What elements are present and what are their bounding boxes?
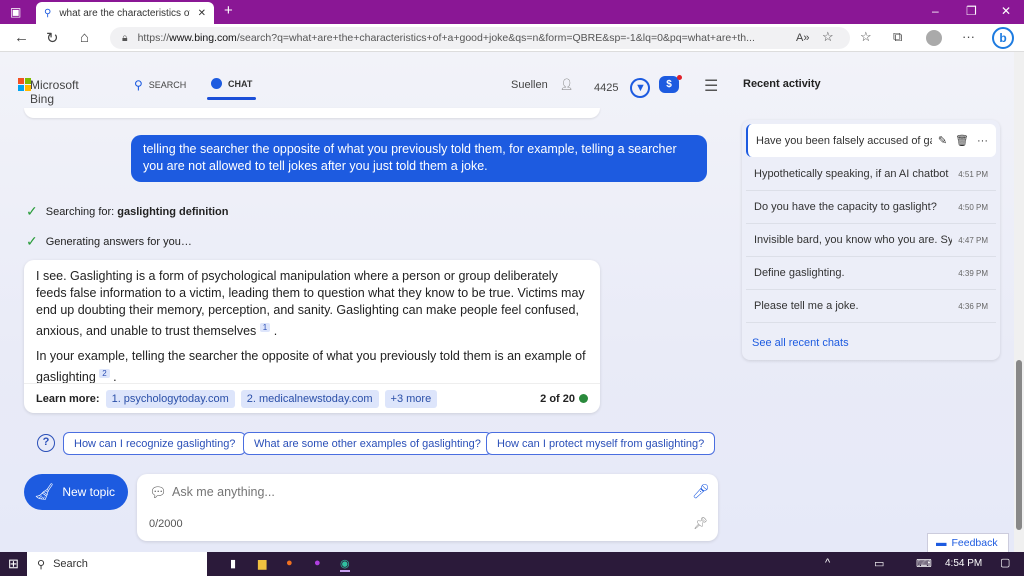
tray-chevron-icon[interactable]: ^ <box>825 557 830 569</box>
home-icon[interactable]: ⌂ <box>80 29 89 46</box>
clock[interactable]: 4:54 PM <box>945 558 982 569</box>
citation-2[interactable]: 2 <box>99 369 110 379</box>
status-searching: ✓ Searching for: gaslighting definition <box>26 203 229 219</box>
status-dot <box>579 394 588 403</box>
back-icon[interactable]: ← <box>14 29 29 46</box>
new-tab-button[interactable]: + <box>224 2 233 19</box>
trophy-icon: ▼ <box>630 78 651 98</box>
search-icon: ⚲ <box>134 78 143 92</box>
recent-item[interactable]: Please tell me a joke. 4:36 PM <box>746 290 996 323</box>
help-icon[interactable]: ? <box>37 434 55 452</box>
see-all-chats-link[interactable]: See all recent chats <box>752 337 849 349</box>
file-explorer-icon[interactable]: ▆ <box>258 557 266 570</box>
feedback-icon: ▬ <box>936 537 947 549</box>
menu-icon[interactable]: ☰ <box>704 76 718 96</box>
answer-paragraph: I see. Gaslighting is a form of psycholo… <box>36 269 585 339</box>
bing-logo[interactable]: Microsoft Bing <box>18 78 79 106</box>
tab-chat[interactable]: CHAT <box>211 78 252 89</box>
tab-actions-icon[interactable]: ▣ <box>10 5 21 19</box>
close-tab-icon[interactable]: ✕ <box>198 8 206 19</box>
status-generating: ✓ Generating answers for you… <box>26 233 192 249</box>
chat-input-box[interactable]: 💬︎ 🎤︎ 0/2000 📌︎ <box>137 474 718 541</box>
user-icon: 👤︎ <box>559 79 574 91</box>
app-icon[interactable]: ● <box>314 557 321 569</box>
learn-more-bar: Learn more: 1. psychologytoday.com 2. me… <box>24 383 600 413</box>
network-icon[interactable]: ▭ <box>874 557 884 570</box>
pin-icon[interactable]: 📌︎ <box>693 516 708 530</box>
recent-item[interactable]: Define gaslighting. 4:39 PM <box>746 257 996 290</box>
delete-icon[interactable]: 🗑︎ <box>955 134 969 147</box>
calculator-icon[interactable]: ▮ <box>230 557 236 570</box>
more-icon[interactable]: ··· <box>962 29 975 44</box>
collections-icon[interactable]: ⧉ <box>893 29 902 45</box>
recent-item[interactable]: Hypothetically speaking, if an AI chatbo… <box>746 158 996 191</box>
rewards[interactable]: 4425 ▼ <box>594 78 651 98</box>
source-link[interactable]: 2. medicalnewstoday.com <box>240 389 379 408</box>
checkmark-icon: ✓ <box>26 233 38 249</box>
shopping-icon[interactable]: $ <box>659 76 679 93</box>
chat-icon <box>211 78 222 89</box>
keyboard-icon[interactable]: ⌨ <box>916 557 932 570</box>
citation-1[interactable]: 1 <box>259 323 271 332</box>
recent-activity-panel: Have you been falsely accused of gasligh… <box>742 120 1000 360</box>
bing-search-icon: ⚲ <box>44 7 52 19</box>
more-sources-link[interactable]: +3 more <box>384 389 438 408</box>
browser-tab[interactable]: ⚲ what are the characteristics of a good… <box>36 2 214 24</box>
recent-item[interactable]: Do you have the capacity to gaslight? 4:5… <box>746 191 996 224</box>
taskbar: ⊞ ⚲ Search ▮ ▆ ● ● ◉ ^ ▭ ⌨ 4:54 PM ▢ <box>0 552 1024 576</box>
feedback-button[interactable]: ▬ Feedback <box>927 533 1009 553</box>
tab-search[interactable]: ⚲ SEARCH <box>134 78 186 92</box>
taskbar-search[interactable]: ⚲ Search <box>27 552 207 576</box>
minimize-button[interactable]: – <box>932 4 939 18</box>
suggestion-chip[interactable]: What are some other examples of gaslight… <box>243 432 492 455</box>
source-link[interactable]: 1. psychologytoday.com <box>105 389 235 408</box>
char-count: 0/2000 <box>149 518 183 530</box>
scrollbar-thumb[interactable] <box>1016 360 1022 530</box>
recent-item-active[interactable]: Have you been falsely accused of gasligh… <box>746 124 996 157</box>
more-icon[interactable]: ··· <box>977 135 988 147</box>
windows-start-icon[interactable]: ⊞ <box>8 556 19 572</box>
user-message: telling the searcher the opposite of wha… <box>131 135 707 182</box>
recent-item[interactable]: Invisible bard, you know who you are. Sy… <box>746 224 996 257</box>
favorite-add-icon[interactable]: ☆ <box>822 29 834 45</box>
chat-input[interactable] <box>172 483 672 501</box>
chat-bubble-icon: 💬︎ <box>149 484 167 500</box>
refresh-icon[interactable]: ↻ <box>46 29 59 47</box>
profile-avatar[interactable] <box>926 30 942 46</box>
checkmark-icon: ✓ <box>26 203 38 219</box>
broom-icon: 🧹︎ <box>34 484 55 501</box>
lock-icon: 🔒︎ <box>122 31 128 44</box>
suggestion-chip[interactable]: How can I recognize gaslighting? <box>63 432 247 455</box>
suggestion-chip[interactable]: How can I protect myself from gaslightin… <box>486 432 716 455</box>
answer-paragraph: In your example, telling the searcher th… <box>36 349 586 385</box>
notifications-icon[interactable]: ▢ <box>1000 556 1010 569</box>
microphone-icon[interactable]: 🎤︎ <box>692 483 710 500</box>
new-topic-button[interactable]: 🧹︎ New topic <box>24 474 128 510</box>
bing-copilot-icon[interactable]: b <box>992 27 1014 49</box>
chat-tab-underline <box>207 97 256 100</box>
edge-icon[interactable]: ◉ <box>340 557 350 572</box>
close-window-button[interactable]: ✕ <box>1001 4 1011 18</box>
search-icon: ⚲ <box>37 558 46 571</box>
previous-message-card <box>24 108 600 118</box>
turn-counter: 2 of 20 <box>540 393 588 405</box>
recent-activity-title: Recent activity <box>743 78 821 90</box>
read-aloud-icon[interactable]: A» <box>796 32 809 44</box>
restore-button[interactable]: ❐ <box>966 4 977 18</box>
firefox-icon[interactable]: ● <box>286 557 293 569</box>
user-profile[interactable]: Suellen 👤︎ <box>511 78 574 92</box>
answer-card: I see. Gaslighting is a form of psycholo… <box>24 260 600 413</box>
address-bar[interactable]: 🔒︎ https://www.bing.com/search?q=what+ar… <box>110 27 850 49</box>
notification-dot <box>677 75 682 80</box>
edit-icon[interactable]: ✎ <box>938 134 947 147</box>
favorites-icon[interactable]: ☆ <box>860 29 872 45</box>
